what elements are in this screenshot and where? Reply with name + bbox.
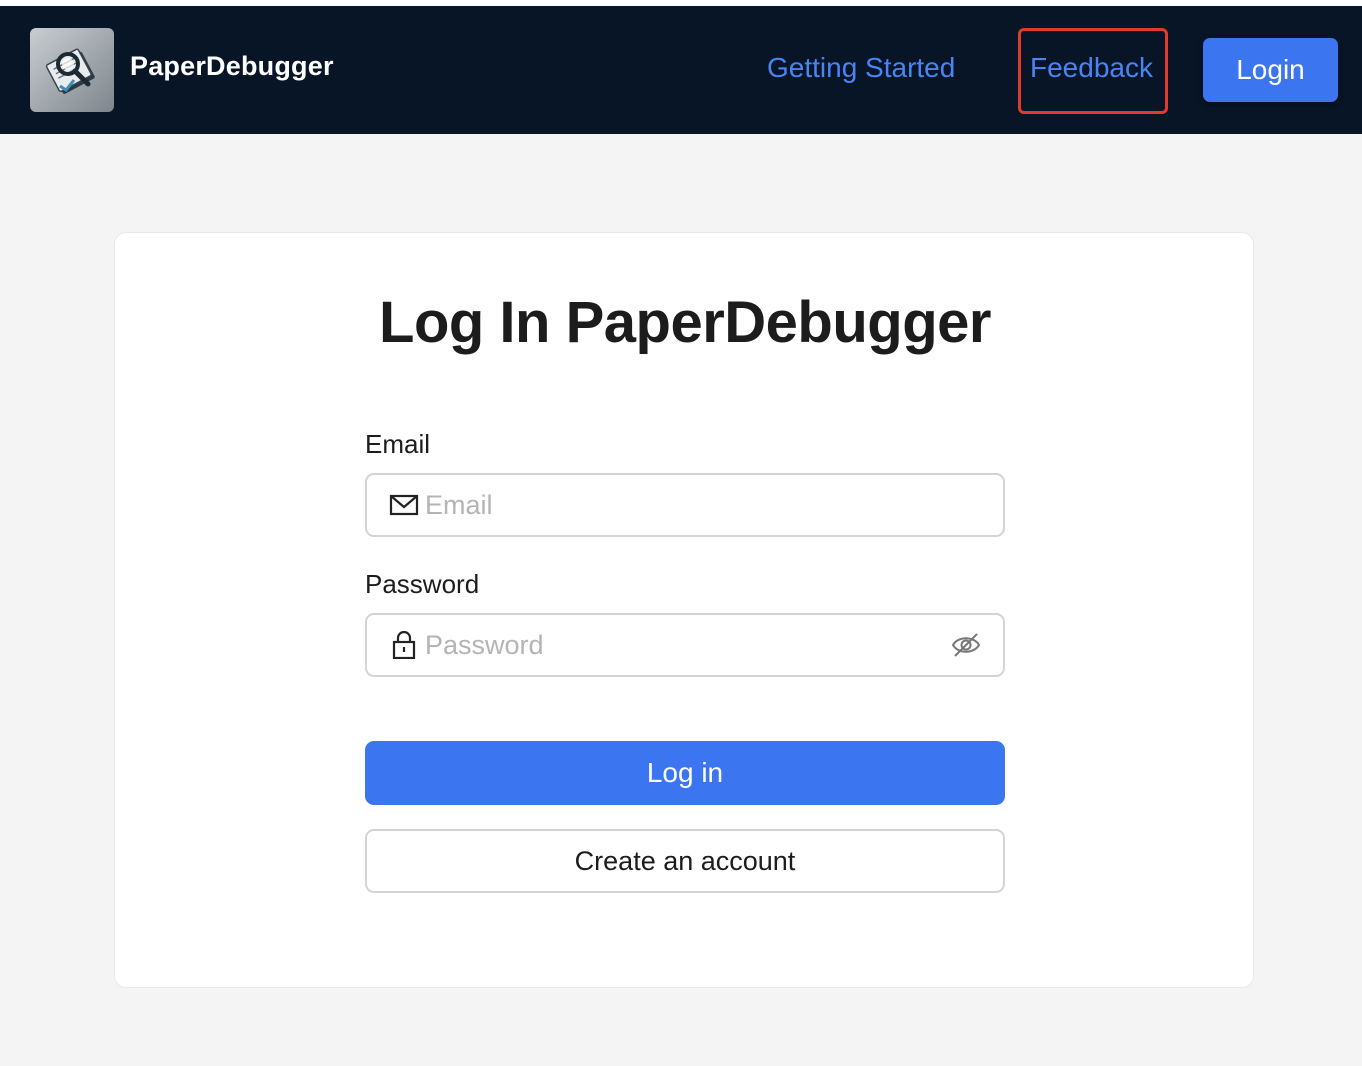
login-card: Log In PaperDebugger Email Password Log …	[114, 232, 1254, 988]
nav-getting-started-link[interactable]: Getting Started	[767, 52, 955, 84]
brand-name[interactable]: PaperDebugger	[130, 51, 334, 82]
log-in-button[interactable]: Log in	[365, 741, 1005, 805]
email-input[interactable]	[425, 475, 945, 535]
app-logo[interactable]	[30, 28, 114, 112]
password-field-wrapper[interactable]	[365, 613, 1005, 677]
email-label: Email	[365, 429, 431, 459]
nav-login-button[interactable]: Login	[1203, 38, 1338, 102]
password-input[interactable]	[425, 615, 945, 675]
eye-off-icon[interactable]	[951, 631, 981, 659]
navbar: PaperDebugger Getting Started Feedback L…	[0, 6, 1362, 134]
nav-feedback-link[interactable]: Feedback	[1030, 52, 1153, 84]
password-label: Password	[365, 569, 480, 599]
page-title: Log In PaperDebugger	[379, 290, 991, 355]
email-field-wrapper[interactable]	[365, 473, 1005, 537]
lock-icon	[392, 631, 416, 659]
create-account-button[interactable]: Create an account	[365, 829, 1005, 893]
mail-icon	[389, 494, 419, 516]
paper-magnifier-logo-icon	[45, 48, 95, 94]
